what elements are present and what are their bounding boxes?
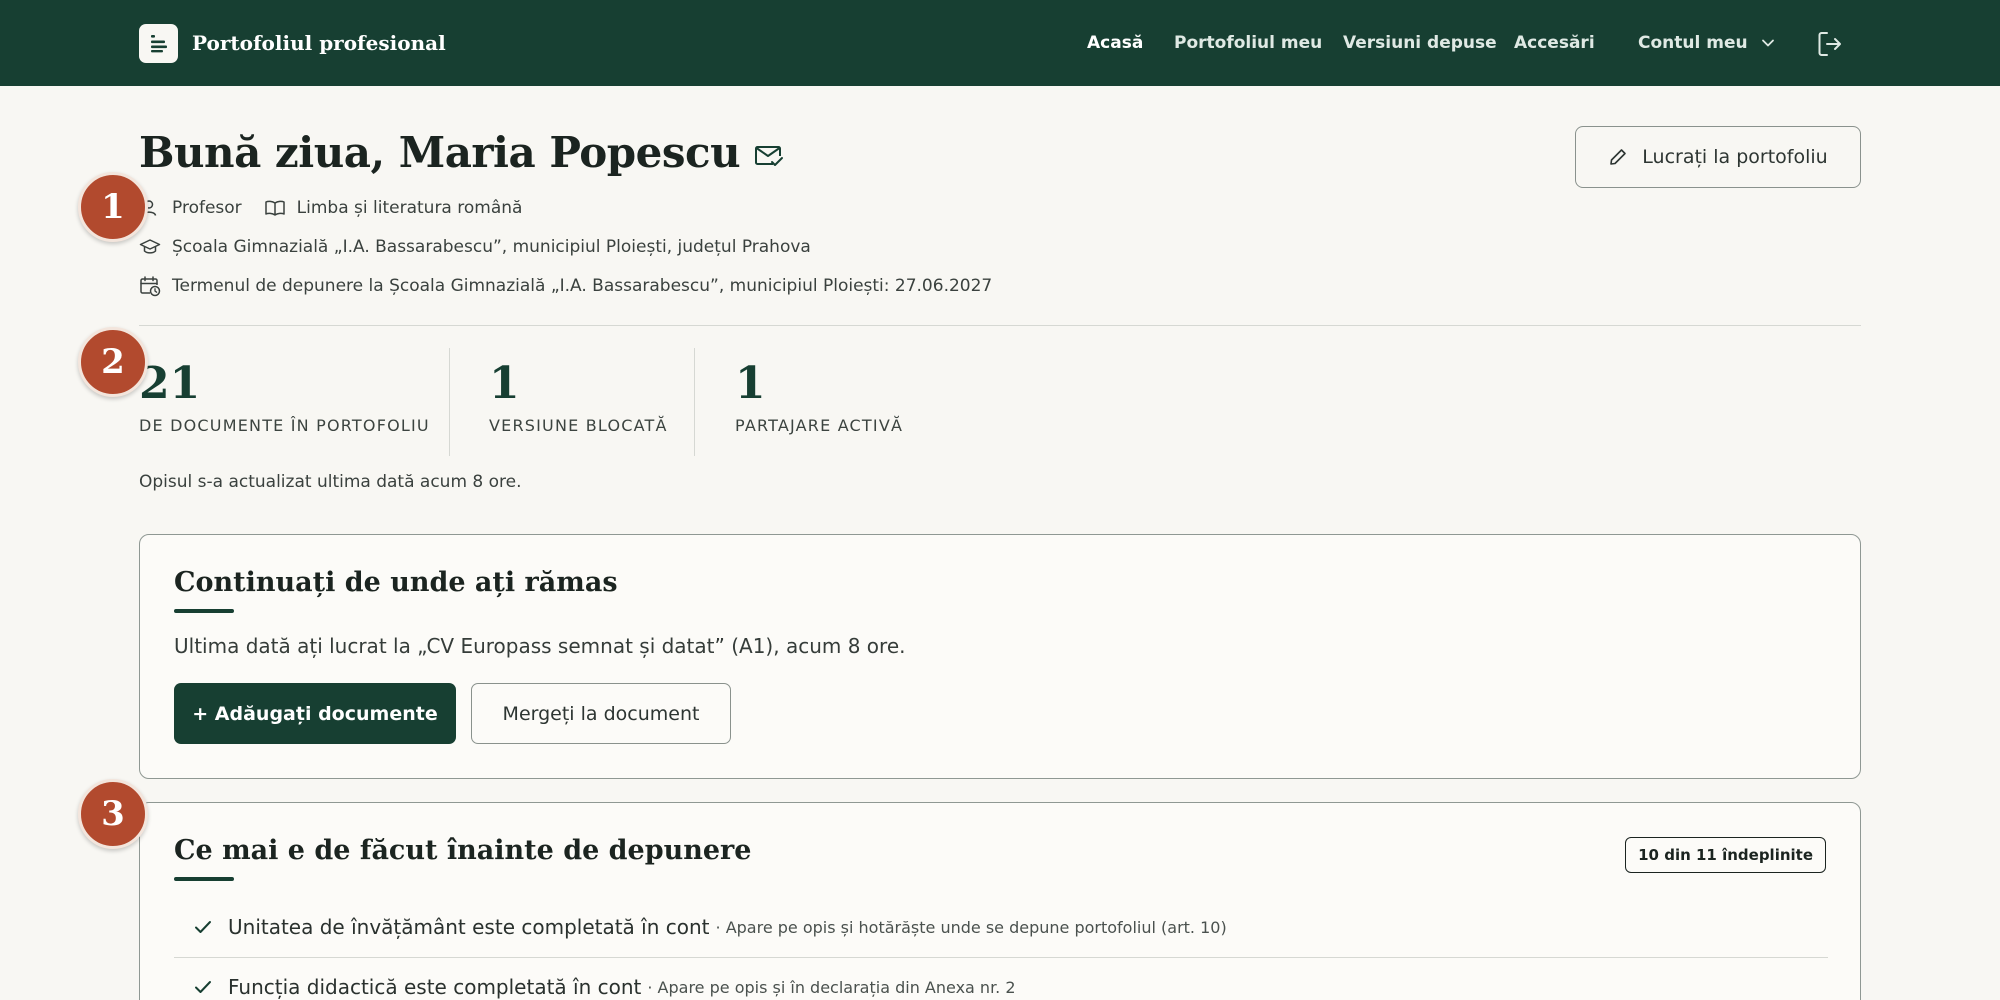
role-subject-row: Profesor Limba și literatura română [139,197,522,219]
chevron-down-icon [1761,39,1774,47]
step-marker-3: 3 [78,779,148,849]
divider [139,325,1861,326]
logout-icon[interactable] [1815,29,1845,59]
mail-check-icon [755,145,784,166]
go-to-document-button[interactable]: Mergeți la document [471,683,731,744]
todo-card-title: Ce mai e de făcut înainte de depunere [174,835,752,866]
deadline-row: Termenul de depunere la Școala Gimnazial… [139,275,992,297]
continue-card-text: Ultima dată ați lucrat la „CV Europass s… [174,634,906,658]
nav-accesses[interactable]: Accesări [1514,0,1595,86]
title-underline [174,609,234,613]
todo-card: Ce mai e de făcut înainte de depunere 10… [139,802,1861,1000]
book-icon [264,197,286,219]
stat-active-share-value: 1 [735,358,766,409]
stat-locked-version-value: 1 [489,358,520,409]
nav-home[interactable]: Acasă [1087,0,1143,86]
greeting: Bună ziua, Maria Popescu [139,128,784,177]
title-underline [174,877,234,881]
step-marker-2: 2 [78,327,148,397]
school-row: Școala Gimnazială „I.A. Bassarabescu”, m… [139,236,811,258]
check-icon [194,919,216,935]
updated-note: Opisul s-a actualizat ultima dată acum 8… [139,472,522,492]
school-text: Școala Gimnazială „I.A. Bassarabescu”, m… [172,237,811,257]
deadline-text: Termenul de depunere la Școala Gimnazial… [172,276,993,296]
calendar-clock-icon [139,275,161,297]
work-on-portfolio-button[interactable]: Lucrați la portofoliu [1575,126,1861,188]
step-marker-1: 1 [78,172,148,242]
account-menu[interactable]: Contul meu [1638,0,1776,86]
stat-documents-label: DE DOCUMENTE ÎN PORTOFOLIU [139,416,430,435]
account-label: Contul meu [1638,33,1748,53]
checklist-item: Unitatea de învățământ este completată î… [174,898,1828,956]
completion-badge: 10 din 11 îndeplinite [1625,837,1826,873]
stat-active-share-label: PARTAJARE ACTIVĂ [735,416,904,435]
check-icon [194,979,216,995]
top-navigation-bar: Portofoliul profesional Acasă Portofoliu… [0,0,2000,86]
nav-my-portfolio[interactable]: Portofoliul meu [1174,0,1322,86]
stat-documents-value: 21 [139,358,201,409]
checklist-item-note: · Apare pe opis și hotărăște unde se dep… [715,917,1227,937]
stat-locked-version-label: VERSIUNE BLOCATĂ [489,416,668,435]
document-lines-icon [139,23,178,63]
pencil-icon [1610,149,1627,165]
stat-divider [694,348,695,456]
app-title: Portofoliul profesional [192,31,446,55]
stat-divider [449,348,450,456]
graduation-cap-icon [139,236,161,258]
work-on-portfolio-label: Lucrați la portofoliu [1642,146,1828,168]
role-text: Profesor [172,198,242,218]
continue-card-title: Continuați de unde ați rămas [174,567,618,598]
stat-documents: 21 DE DOCUMENTE ÎN PORTOFOLIU [139,358,430,436]
checklist-item-text: Unitatea de învățământ este completată î… [228,915,710,939]
stat-active-share: 1 PARTAJARE ACTIVĂ [735,358,904,436]
continue-card: Continuați de unde ați rămas Ultima dată… [139,534,1861,779]
page-title: Bună ziua, Maria Popescu [139,128,741,177]
checklist-item: Funcția didactică este completată în con… [174,958,1828,1000]
checklist-item-text: Funcția didactică este completată în con… [228,975,642,999]
brand[interactable]: Portofoliul profesional [139,23,446,63]
checklist-item-note: · Apare pe opis și în declarația din Ane… [647,977,1016,997]
add-documents-button[interactable]: + Adăugați documente [174,683,456,744]
subject-text: Limba și literatura română [296,198,523,218]
nav-submitted-versions[interactable]: Versiuni depuse [1343,0,1497,86]
stat-locked-version: 1 VERSIUNE BLOCATĂ [489,358,668,436]
